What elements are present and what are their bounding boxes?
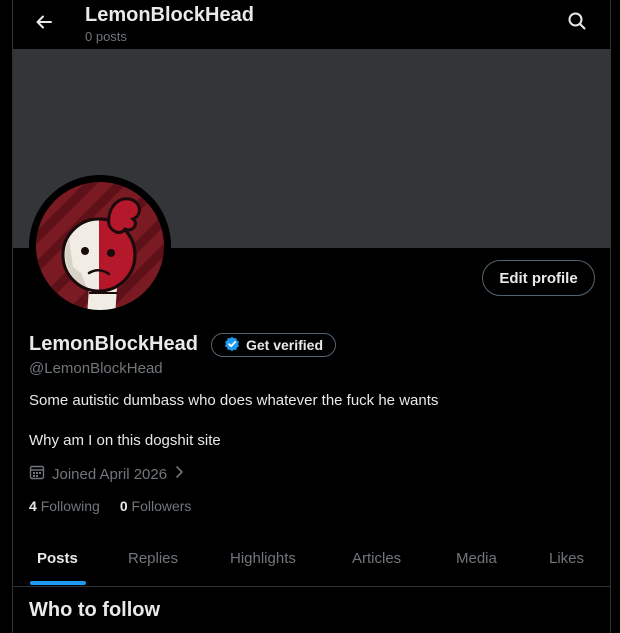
profile-handle: @LemonBlockHead <box>29 360 163 377</box>
tab-posts[interactable]: Posts <box>37 530 78 586</box>
who-to-follow-heading: Who to follow <box>29 599 161 621</box>
get-verified-label: Get verified <box>245 337 324 353</box>
post-count: 0 posts <box>85 29 127 44</box>
following-link[interactable]: 4 Following <box>29 498 100 514</box>
followers-link[interactable]: 0 Followers <box>120 498 192 514</box>
bio-line-2: Why am I on this dogshit site <box>29 432 221 449</box>
joined-label: Joined April 2026 <box>52 465 168 483</box>
profile-page: LemonBlockHead 0 posts Edit profile Lemo… <box>0 0 620 633</box>
avatar[interactable] <box>29 175 171 317</box>
tab-highlights[interactable]: Highlights <box>230 530 296 586</box>
profile-header: LemonBlockHead 0 posts <box>13 0 610 49</box>
chevron-right-icon <box>174 465 184 483</box>
follow-stats: 4 Following 0 Followers <box>29 498 191 514</box>
bio-line-1: Some autistic dumbass who does whatever … <box>29 392 439 409</box>
joined-date[interactable]: Joined April 2026 <box>29 464 184 484</box>
arrow-left-icon <box>34 12 54 37</box>
header-title: LemonBlockHead <box>85 4 254 26</box>
tabs-divider <box>13 586 610 587</box>
search-icon <box>567 11 587 36</box>
verified-badge-icon <box>224 336 240 355</box>
column-border-right <box>610 0 611 633</box>
search-button[interactable] <box>561 7 593 39</box>
calendar-icon <box>29 464 45 484</box>
tab-replies[interactable]: Replies <box>128 530 178 586</box>
tab-articles[interactable]: Articles <box>352 530 401 586</box>
back-button[interactable] <box>28 8 60 40</box>
tab-media[interactable]: Media <box>456 530 497 586</box>
following-label: Following <box>40 498 100 514</box>
profile-tabs: Posts Replies Highlights Articles Media … <box>13 530 610 586</box>
tab-likes[interactable]: Likes <box>549 530 584 586</box>
get-verified-button[interactable]: Get verified <box>211 333 336 357</box>
edit-profile-button[interactable]: Edit profile <box>482 260 595 296</box>
followers-label: Followers <box>131 498 192 514</box>
active-tab-indicator <box>30 581 86 585</box>
profile-display-name: LemonBlockHead <box>29 333 198 355</box>
following-count: 4 <box>29 498 37 514</box>
followers-count: 0 <box>119 498 128 514</box>
